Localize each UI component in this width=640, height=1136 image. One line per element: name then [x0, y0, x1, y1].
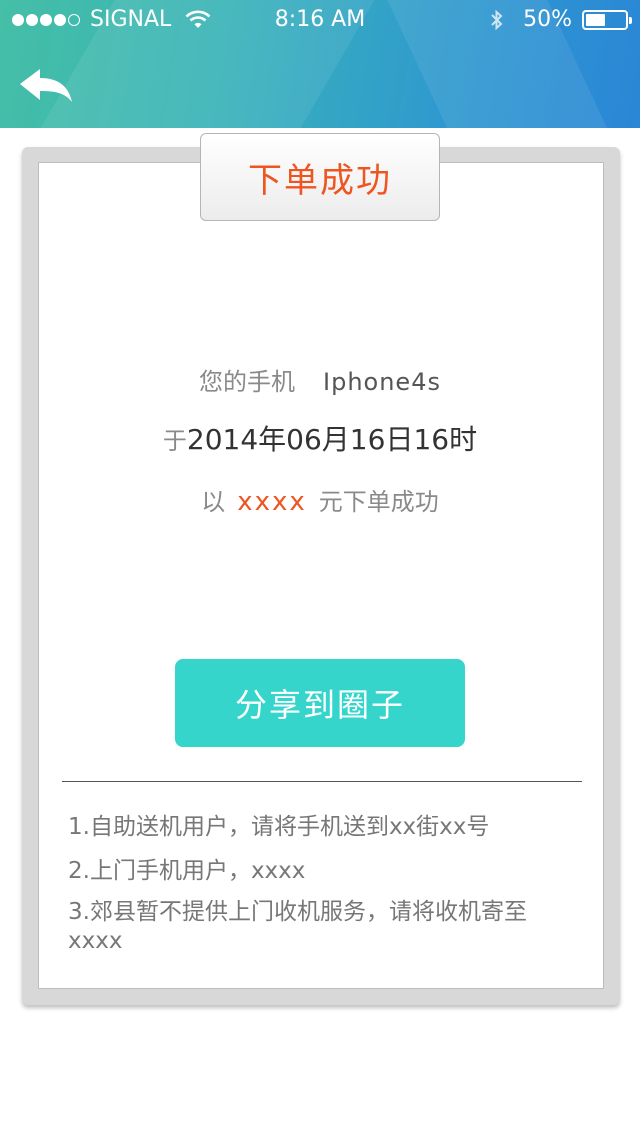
note-item: 2.上门手机用户，xxxx	[68, 858, 306, 884]
back-arrow-icon	[20, 69, 72, 102]
bluetooth-icon	[491, 9, 503, 30]
phone-label: 您的手机	[199, 368, 296, 396]
note-item: 1.自助送机用户，请将手机送到xx街xx号	[68, 814, 490, 840]
battery-percent: 50%	[523, 7, 572, 32]
notes-list: 1.自助送机用户，请将手机送到xx街xx号 2.上门手机用户，xxxx 3.郊县…	[68, 810, 578, 966]
order-date: 于2014年06月16日16时	[0, 418, 640, 458]
date-text: 2014年06月16日16时	[186, 423, 478, 456]
price-suffix: 元下单成功	[318, 488, 439, 516]
order-success-tab: 下单成功	[200, 133, 440, 221]
date-prefix: 于	[162, 427, 187, 455]
phone-model: Iphone4s	[323, 368, 441, 396]
price-value: xxxx	[237, 487, 307, 517]
battery-icon	[582, 9, 632, 30]
back-button[interactable]	[16, 64, 80, 108]
share-to-circle-button[interactable]: 分享到圈子	[175, 659, 465, 747]
price-info: 以 xxxx 元下单成功	[0, 482, 640, 517]
divider	[62, 781, 582, 782]
order-success-title: 下单成功	[248, 160, 392, 201]
header-bar: SIGNAL 8:16 AM 50%	[0, 0, 640, 128]
status-right: 50%	[489, 7, 632, 32]
note-item: 3.郊县暂不提供上门收机服务，请将收机寄至xxxx	[68, 899, 527, 954]
price-prefix: 以	[201, 488, 226, 516]
battery-fill	[586, 13, 605, 26]
phone-info: 您的手机 Iphone4s	[0, 362, 640, 397]
status-bar: SIGNAL 8:16 AM 50%	[0, 0, 640, 40]
